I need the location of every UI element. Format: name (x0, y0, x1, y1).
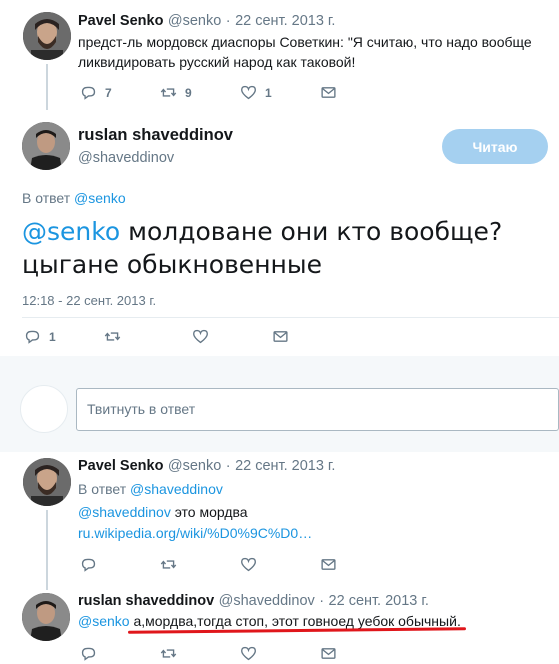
reply-button[interactable]: 7 (80, 84, 160, 101)
tweet-actions (80, 645, 337, 662)
tweet-date[interactable]: 22 сент. 2013 г. (329, 593, 429, 609)
author-name[interactable]: Pavel Senko (78, 13, 163, 29)
reply-button[interactable] (80, 645, 160, 662)
retweet-icon (104, 332, 121, 341)
like-button[interactable] (192, 328, 272, 345)
separator-dot: · (319, 593, 325, 609)
retweet-icon (160, 88, 177, 97)
tweet-text: предст-ль мордовск диаспоры Советкин: "Я… (78, 34, 532, 70)
envelope-icon (321, 87, 336, 98)
retweet-button[interactable] (160, 556, 240, 573)
follow-button[interactable]: Читаю (442, 129, 548, 164)
main-tweet-text: @senko молдоване они кто вообще?цыгане о… (22, 215, 542, 281)
retweet-button[interactable] (104, 328, 192, 345)
reply-icon (25, 330, 40, 344)
heart-icon (193, 329, 208, 344)
reply-to-prefix: В ответ (78, 481, 127, 497)
separator-dot: · (225, 13, 231, 29)
avatar-ruslan-shaveddinov[interactable] (22, 593, 70, 641)
reply-icon (81, 558, 96, 572)
mention-link[interactable]: @senko (22, 217, 120, 246)
mention-link[interactable]: @shaveddinov (78, 504, 171, 520)
heart-icon (241, 646, 256, 661)
envelope-icon (321, 648, 336, 659)
reply-button[interactable]: 1 (24, 328, 104, 345)
tweet-timestamp[interactable]: 12:18 - 22 сент. 2013 г. (22, 293, 156, 308)
avatar-pavel-senko[interactable] (23, 458, 71, 506)
tweet-date[interactable]: 22 сент. 2013 г. (235, 458, 335, 474)
direct-message-button[interactable] (320, 84, 337, 101)
reply-count: 7 (105, 85, 112, 100)
tweet-actions (80, 556, 337, 573)
separator-dot: · (225, 458, 231, 474)
heart-icon (241, 85, 256, 100)
wikipedia-link[interactable]: ru.wikipedia.org/wiki/%D0%9C%D0… (78, 525, 312, 541)
avatar-ruslan-shaveddinov[interactable] (22, 122, 70, 170)
like-button[interactable] (240, 645, 320, 662)
thread-line (46, 64, 48, 110)
direct-message-button[interactable] (320, 556, 337, 573)
author-name[interactable]: ruslan shaveddinov (78, 593, 214, 609)
retweet-count: 9 (185, 85, 192, 100)
reply-to-prefix: В ответ (22, 190, 71, 206)
author-name-main[interactable]: ruslan shaveddinov (78, 126, 233, 145)
author-handle[interactable]: @shaveddinov (219, 593, 315, 609)
author-handle[interactable]: @senko (168, 13, 221, 29)
author-handle[interactable]: @senko (168, 458, 221, 474)
divider (22, 317, 559, 318)
tweet-actions: 7 9 1 (80, 84, 337, 101)
reply-to-line: В ответ @senko (22, 190, 126, 206)
mention-link[interactable]: @senko (78, 613, 130, 629)
reply-count: 1 (49, 329, 56, 344)
avatar-pavel-senko[interactable] (23, 12, 71, 60)
like-button[interactable]: 1 (240, 84, 320, 101)
retweet-icon (160, 649, 177, 658)
retweet-button[interactable]: 9 (160, 84, 240, 101)
author-name[interactable]: Pavel Senko (78, 458, 163, 474)
tweet-body: а,мордва,тогда стоп, этот говноед уебок … (129, 613, 457, 629)
heart-icon (241, 557, 256, 572)
like-button[interactable] (240, 556, 320, 573)
reply-icon (81, 647, 96, 661)
envelope-icon (273, 331, 288, 342)
reply-to-handle[interactable]: @shaveddinov (130, 481, 223, 497)
direct-message-button[interactable] (320, 645, 337, 662)
retweet-icon (160, 560, 177, 569)
tweet-text: @shaveddinov это мордва (78, 504, 248, 520)
reply-to-line: В ответ @shaveddinov (78, 481, 223, 497)
tweet-header: Pavel Senko @senko · 22 сент. 2013 г. (78, 457, 335, 475)
author-handle-main[interactable]: @shaveddinov (78, 150, 174, 166)
main-tweet-actions: 1 (24, 328, 289, 345)
reply-input[interactable]: Твитнуть в ответ (76, 388, 559, 431)
like-count: 1 (265, 85, 272, 100)
thread-line (46, 510, 48, 590)
reply-button[interactable] (80, 556, 160, 573)
direct-message-button[interactable] (272, 328, 289, 345)
reply-icon (81, 86, 96, 100)
retweet-button[interactable] (160, 645, 240, 662)
envelope-icon (321, 559, 336, 570)
tweet-header: Pavel Senko @senko · 22 сент. 2013 г. (78, 12, 335, 30)
tweet-body: это мордва (170, 504, 248, 520)
compose-avatar (20, 385, 68, 433)
tweet-date[interactable]: 22 сент. 2013 г. (235, 13, 335, 29)
reply-to-handle[interactable]: @senko (74, 190, 126, 206)
tweet-header: ruslan shaveddinov @shaveddinov · 22 сен… (78, 592, 429, 610)
tweet-text: @senko а,мордва,тогда стоп, этот говноед… (78, 613, 461, 629)
